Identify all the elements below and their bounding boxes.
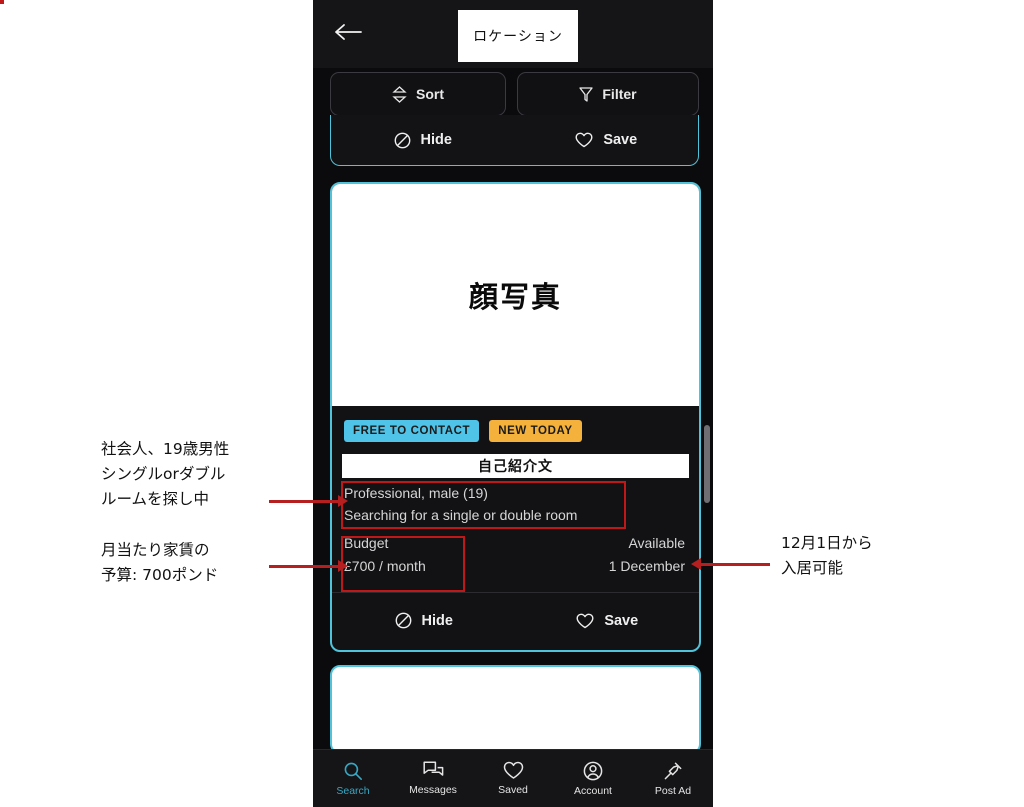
annotation-budget-line-1: 月当たり家賃の	[101, 541, 210, 559]
annotation-arrow-budget	[269, 560, 348, 572]
funnel-icon	[579, 86, 594, 103]
next-listing-card[interactable]	[330, 665, 701, 754]
save-button[interactable]: Save	[516, 613, 700, 629]
location-title-text: ロケーション	[473, 29, 563, 45]
nav-item-messages[interactable]: Messages	[393, 761, 473, 796]
highlight-box-availability	[0, 0, 4, 4]
annotation-availability-line-1: 12月1日から	[781, 534, 873, 552]
sort-label: Sort	[416, 86, 444, 102]
badge-new-today: NEW TODAY	[489, 420, 582, 442]
hide-button[interactable]: Hide	[332, 612, 516, 629]
listing-badges: FREE TO CONTACT NEW TODAY	[344, 420, 582, 442]
photo-placeholder-text: 顔写真	[468, 280, 562, 314]
nav-label-saved: Saved	[498, 784, 528, 796]
app-header: ロケーション	[313, 0, 713, 68]
filter-button[interactable]: Filter	[517, 72, 699, 116]
annotation-availability-line-2: 入居可能	[781, 559, 844, 577]
search-icon	[343, 761, 363, 781]
available-label: Available	[628, 535, 685, 551]
annotation-arrow-bio	[269, 495, 348, 507]
highlight-box-bio	[341, 481, 626, 529]
save-label: Save	[604, 612, 639, 629]
prohibition-icon	[395, 612, 412, 629]
save-button-top[interactable]: Save	[515, 132, 699, 148]
pushpin-icon	[663, 761, 683, 781]
available-value: 1 December	[608, 558, 685, 574]
self-intro-header-text: 自己紹介文	[478, 459, 553, 475]
save-label-top: Save	[603, 132, 638, 148]
annotation-bio-line-1: 社会人、19歳男性	[101, 440, 230, 458]
hide-label: Hide	[421, 612, 453, 629]
previous-listing-actions: Hide Save	[330, 115, 699, 166]
person-icon	[583, 761, 603, 781]
annotation-budget-line-2: 予算: 700ポンド	[101, 566, 219, 584]
annotation-bio-line-3: ルームを探し中	[101, 490, 210, 508]
chat-icon	[422, 761, 444, 780]
prohibition-icon	[394, 132, 411, 149]
annotation-bio-line-2: シングルorダブル	[101, 465, 226, 483]
nav-item-post-ad[interactable]: Post Ad	[633, 761, 713, 797]
vertical-scrollbar[interactable]	[704, 425, 710, 503]
bottom-navigation: Search Messages Saved Account Post Ad	[313, 749, 713, 807]
location-title-overlay: ロケーション	[458, 10, 578, 62]
badge-free-to-contact: FREE TO CONTACT	[344, 420, 480, 442]
hide-button-top[interactable]: Hide	[331, 132, 515, 149]
sort-button[interactable]: Sort	[330, 72, 506, 116]
annotation-availability-text: 12月1日から 入居可能	[781, 531, 873, 581]
back-arrow-icon[interactable]	[331, 22, 365, 46]
availability-block: Available 1 December	[609, 532, 685, 578]
nav-label-search: Search	[336, 784, 370, 797]
annotation-arrow-availability	[691, 558, 770, 570]
nav-item-search[interactable]: Search	[313, 761, 393, 797]
nav-item-saved[interactable]: Saved	[473, 761, 553, 796]
annotation-budget-text: 月当たり家賃の 予算: 700ポンド	[101, 538, 218, 588]
nav-label-post-ad: Post Ad	[654, 784, 692, 797]
heart-icon	[503, 761, 524, 780]
filter-label: Filter	[602, 86, 637, 102]
self-intro-header: 自己紹介文	[342, 454, 689, 478]
heart-icon	[576, 613, 594, 629]
nav-item-account[interactable]: Account	[553, 761, 633, 797]
nav-label-account: Account	[574, 784, 612, 797]
sort-filter-bar: Sort Filter	[313, 68, 713, 118]
heart-icon	[575, 132, 593, 148]
nav-label-messages: Messages	[409, 784, 457, 796]
phone-screen: ロケーション Sort Filter Hide Save 顔写真 FREE TO…	[313, 0, 713, 807]
listing-actions: Hide Save	[332, 593, 699, 648]
annotation-bio-text: 社会人、19歳男性 シングルorダブル ルームを探し中	[101, 437, 229, 512]
hide-label-top: Hide	[420, 132, 452, 148]
sort-arrows-icon	[392, 85, 407, 103]
highlight-box-budget	[341, 536, 465, 592]
listing-photo-placeholder: 顔写真	[332, 184, 699, 406]
